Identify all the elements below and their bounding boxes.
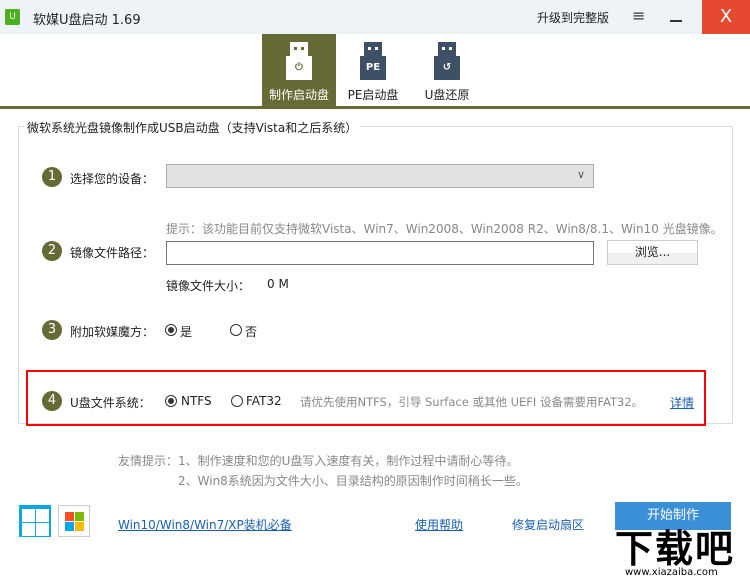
step-2-badge: 2 bbox=[42, 241, 62, 261]
image-path-label: 镜像文件路径： bbox=[70, 246, 155, 260]
step-1-badge: 1 bbox=[42, 167, 62, 187]
title-bar: U 软媒U盘启动 1.69 升级到完整版 ≡ X bbox=[0, 0, 750, 34]
device-select[interactable]: ∨ bbox=[166, 164, 594, 188]
fat32-radio[interactable] bbox=[231, 395, 243, 407]
step-4-badge: 4 bbox=[42, 391, 62, 411]
watermark-logo: 下载吧 www.xiazaiba.com bbox=[615, 530, 750, 579]
tab-divider bbox=[0, 106, 750, 109]
browse-button[interactable]: 浏览... bbox=[607, 240, 698, 265]
tab-make-boot-disk[interactable]: ⏻ 制作启动盘 bbox=[262, 34, 336, 106]
details-link[interactable]: 详情 bbox=[670, 394, 694, 411]
watermark-url: www.xiazaiba.com bbox=[625, 567, 718, 578]
ruanmei-cube-label: 附加软媒魔方： bbox=[70, 325, 155, 339]
usb-power-icon: ⏻ bbox=[286, 42, 312, 80]
image-hint: 提示：该功能目前仅支持微软Vista、Win7、Win2008、Win2008 … bbox=[166, 222, 723, 236]
image-size-label: 镜像文件大小： bbox=[166, 279, 251, 293]
tab-usb-restore[interactable]: ↺ U盘还原 bbox=[410, 34, 484, 106]
tab-label: 制作启动盘 bbox=[268, 88, 329, 102]
close-icon[interactable]: X bbox=[702, 0, 750, 34]
tab-label: PE启动盘 bbox=[347, 88, 399, 102]
cube-yes-label: 是 bbox=[180, 325, 193, 339]
device-label: 选择您的设备： bbox=[70, 172, 155, 186]
app-logo-icon: U bbox=[5, 9, 20, 25]
filesystem-hint: 请优先使用NTFS，引导 Surface 或其他 UEFI 设备需要用FAT32… bbox=[300, 395, 644, 409]
windows-10-icon[interactable] bbox=[19, 505, 51, 537]
filesystem-label: U盘文件系统： bbox=[70, 396, 151, 410]
watermark-text: 下载吧 bbox=[615, 527, 736, 571]
chevron-down-icon: ∨ bbox=[576, 168, 585, 181]
tab-label: U盘还原 bbox=[424, 88, 470, 102]
ntfs-label: NTFS bbox=[181, 394, 212, 408]
tab-pe-boot-disk[interactable]: PE PE启动盘 bbox=[336, 34, 410, 106]
cube-yes-radio[interactable] bbox=[165, 324, 177, 336]
group-title: 微软系统光盘镜像制作成USB启动盘（支持Vista和之后系统） bbox=[24, 119, 361, 136]
image-size-value: 0 M bbox=[267, 277, 289, 291]
repair-boot-sector-link[interactable]: 修复启动扇区 bbox=[512, 516, 584, 533]
os-install-link[interactable]: Win10/Win8/Win7/XP装机必备 bbox=[118, 516, 292, 533]
step-3-badge: 3 bbox=[42, 320, 62, 340]
fat32-label: FAT32 bbox=[246, 394, 282, 408]
menu-icon[interactable]: ≡ bbox=[632, 6, 645, 25]
usb-restore-icon: ↺ bbox=[434, 42, 460, 80]
minimize-icon[interactable] bbox=[670, 20, 682, 22]
cube-no-label: 否 bbox=[245, 325, 258, 339]
app-title: 软媒U盘启动 1.69 bbox=[33, 13, 141, 28]
start-button[interactable]: 开始制作 bbox=[615, 502, 731, 530]
upgrade-link[interactable]: 升级到完整版 bbox=[537, 9, 609, 26]
tip-line-1: 友情提示：1、制作速度和您的U盘写入速度有关，制作过程中请耐心等待。 bbox=[118, 454, 519, 468]
image-path-input[interactable] bbox=[166, 241, 594, 265]
tip-line-2: 2、Win8系统因为文件大小、目录结构的原因制作时间稍长一些。 bbox=[178, 474, 528, 488]
usb-pe-icon: PE bbox=[360, 42, 386, 80]
cube-no-radio[interactable] bbox=[230, 324, 242, 336]
windows-7-icon[interactable] bbox=[58, 505, 90, 537]
ntfs-radio[interactable] bbox=[165, 395, 177, 407]
help-link[interactable]: 使用帮助 bbox=[415, 516, 463, 533]
